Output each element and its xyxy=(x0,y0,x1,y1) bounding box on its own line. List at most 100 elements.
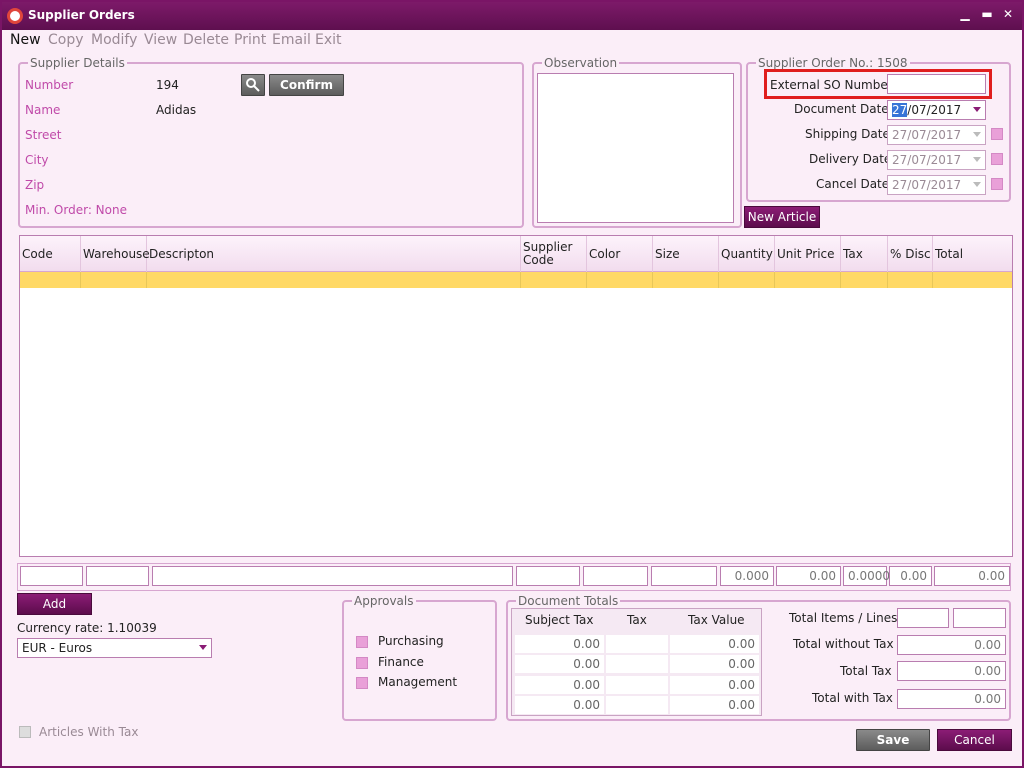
grid-cell[interactable] xyxy=(653,272,719,288)
supplier-orders-window: Supplier Orders ▁ ▬ ✕ New Copy Modify Vi… xyxy=(0,0,1024,768)
cancel-button[interactable]: Cancel xyxy=(937,729,1012,751)
tax-cell: 0.00 xyxy=(670,696,759,714)
chevron-down-icon xyxy=(973,157,981,162)
col-unit-price[interactable]: Unit Price xyxy=(775,236,841,272)
menu-print[interactable]: Print xyxy=(234,32,266,48)
col-description[interactable]: Descripton xyxy=(147,236,521,272)
document-date-picker[interactable]: 27/07/2017 xyxy=(887,100,986,120)
order-lines-grid[interactable]: Code Warehouse Descripton Supplier Code … xyxy=(19,235,1013,557)
grid-cell[interactable] xyxy=(775,272,841,288)
menu-new[interactable]: New xyxy=(10,32,41,48)
finance-checkbox[interactable] xyxy=(356,657,368,669)
menu-email[interactable]: Email xyxy=(272,32,311,48)
chevron-down-icon xyxy=(973,132,981,137)
delivery-date-checkbox[interactable] xyxy=(991,153,1003,165)
number-label: Number xyxy=(25,78,74,92)
articles-with-tax-checkbox[interactable] xyxy=(19,726,31,738)
chevron-down-icon xyxy=(973,107,981,112)
menu-delete[interactable]: Delete xyxy=(183,32,229,48)
min-order-label: Min. Order: None xyxy=(25,203,127,217)
order-number-legend: Supplier Order No.: 1508 xyxy=(758,56,908,70)
col-disc[interactable]: % Disc xyxy=(888,236,933,272)
menu-modify[interactable]: Modify xyxy=(91,32,137,48)
total-tax-value: 0.00 xyxy=(897,661,1006,681)
new-article-button[interactable]: New Article xyxy=(744,206,820,228)
tax-cell: 0.00 xyxy=(515,655,604,673)
observation-textarea[interactable] xyxy=(537,73,734,223)
total-items-label: Total Items / Lines xyxy=(789,611,898,625)
total-lines-value xyxy=(953,608,1006,628)
total-without-tax-label: Total without Tax xyxy=(793,637,894,651)
total-with-tax-value: 0.00 xyxy=(897,689,1006,709)
col-total[interactable]: Total xyxy=(933,236,1012,272)
currency-rate: Currency rate: 1.10039 xyxy=(17,621,157,635)
add-button[interactable]: Add xyxy=(17,593,92,615)
shipping-date-checkbox[interactable] xyxy=(991,128,1003,140)
shipping-date-label: Shipping Date xyxy=(805,127,890,141)
grid-cell[interactable] xyxy=(841,272,888,288)
purchasing-checkbox[interactable] xyxy=(356,636,368,648)
search-supplier-button[interactable] xyxy=(241,74,265,96)
tax-cell: 0.00 xyxy=(670,635,759,653)
delivery-date-value: 27/07/2017 xyxy=(892,153,962,167)
col-size[interactable]: Size xyxy=(653,236,719,272)
menu-exit[interactable]: Exit xyxy=(315,32,342,48)
cancel-date-picker[interactable]: 27/07/2017 xyxy=(887,175,986,195)
articles-with-tax-label: Articles With Tax xyxy=(39,725,139,739)
currency-select[interactable]: EUR - Euros xyxy=(17,638,212,658)
col-color[interactable]: Color xyxy=(587,236,653,272)
management-label: Management xyxy=(378,675,458,689)
subtotal-quantity: 0.000 xyxy=(720,566,774,586)
approvals-legend: Approvals xyxy=(354,594,414,608)
cancel-date-label: Cancel Date xyxy=(816,177,890,191)
grid-cell[interactable] xyxy=(933,272,1012,288)
delivery-date-picker[interactable]: 27/07/2017 xyxy=(887,150,986,170)
close-icon[interactable]: ✕ xyxy=(1001,7,1015,21)
title-bar: Supplier Orders ▁ ▬ ✕ xyxy=(2,2,1022,30)
subtotal-description xyxy=(152,566,513,586)
external-so-input[interactable] xyxy=(887,74,986,94)
shipping-date-value: 27/07/2017 xyxy=(892,128,962,142)
total-without-tax-value: 0.00 xyxy=(897,635,1006,655)
confirm-button[interactable]: Confirm xyxy=(269,74,344,96)
grid-cell[interactable] xyxy=(147,272,521,288)
col-supplier-code[interactable]: Supplier Code xyxy=(521,236,587,272)
tax-col-subject: Subject Tax xyxy=(525,613,594,627)
delivery-date-label: Delivery Date xyxy=(809,152,892,166)
grid-cell[interactable] xyxy=(888,272,933,288)
supplier-details-legend: Supplier Details xyxy=(30,56,125,70)
menu-view[interactable]: View xyxy=(144,32,177,48)
subtotal-size xyxy=(651,566,717,586)
magnifier-icon xyxy=(246,78,260,92)
chevron-down-icon xyxy=(973,182,981,187)
tax-cell xyxy=(606,676,668,694)
save-button[interactable]: Save xyxy=(856,729,930,751)
currency-selected: EUR - Euros xyxy=(22,641,93,655)
grid-cell[interactable] xyxy=(719,272,775,288)
tax-cell: 0.00 xyxy=(670,655,759,673)
document-date-day: 27 xyxy=(892,103,908,117)
col-code[interactable]: Code xyxy=(20,236,81,272)
grid-cell[interactable] xyxy=(521,272,587,288)
window-title: Supplier Orders xyxy=(28,8,135,22)
management-checkbox[interactable] xyxy=(356,677,368,689)
col-quantity[interactable]: Quantity xyxy=(719,236,775,272)
menu-copy[interactable]: Copy xyxy=(48,32,84,48)
document-totals-legend: Document Totals xyxy=(518,594,619,608)
name-label: Name xyxy=(25,103,61,117)
minimize-icon[interactable]: ▁ xyxy=(958,7,972,21)
maximize-icon[interactable]: ▬ xyxy=(980,7,994,21)
col-tax[interactable]: Tax xyxy=(841,236,888,272)
app-icon xyxy=(7,8,23,24)
grid-cell[interactable] xyxy=(587,272,653,288)
tax-cell: 0.00 xyxy=(515,635,604,653)
finance-label: Finance xyxy=(378,655,424,669)
cancel-date-checkbox[interactable] xyxy=(991,178,1003,190)
table-row[interactable] xyxy=(20,272,1012,288)
col-warehouse[interactable]: Warehouse xyxy=(81,236,150,272)
grid-cell[interactable] xyxy=(81,272,147,288)
shipping-date-picker[interactable]: 27/07/2017 xyxy=(887,125,986,145)
grid-cell[interactable] xyxy=(20,272,81,288)
zip-label: Zip xyxy=(25,178,45,192)
subtotal-warehouse xyxy=(86,566,149,586)
